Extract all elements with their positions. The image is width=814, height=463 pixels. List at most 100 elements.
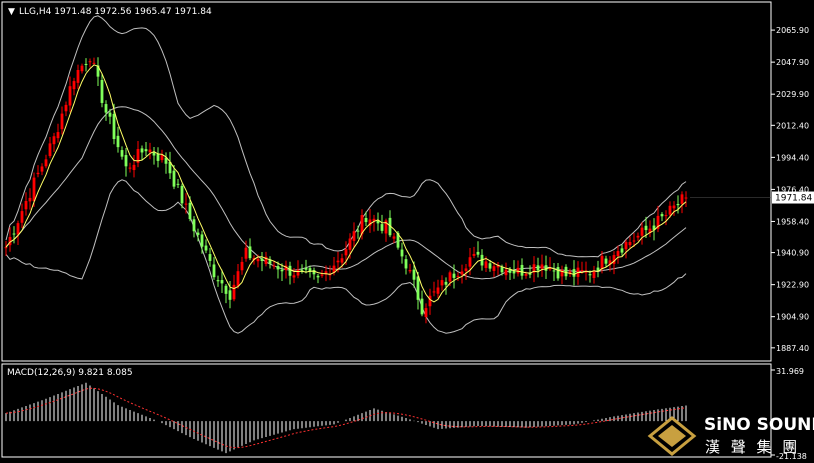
brand-logo: SiNO SOUND 漢 聲 集 團 xyxy=(647,415,814,456)
candle-body xyxy=(380,224,384,231)
diamond-logo-inner-icon xyxy=(658,425,686,447)
candle-body xyxy=(60,113,64,130)
candle-body xyxy=(156,153,160,161)
price-tick-label: 2047.90 xyxy=(776,58,809,67)
candle-body xyxy=(296,269,300,276)
candle-body xyxy=(256,258,260,262)
candle-body xyxy=(224,285,228,294)
moving-average xyxy=(5,64,687,303)
candle-body xyxy=(352,231,356,241)
candle-body xyxy=(280,269,284,272)
candle-body xyxy=(604,258,608,264)
bollinger-bands xyxy=(5,15,687,334)
candle-body xyxy=(48,143,52,157)
collapse-marker[interactable]: ▼ xyxy=(8,7,15,17)
candle-body xyxy=(552,270,556,272)
candle-body xyxy=(616,251,620,257)
price-tick-label: 2029.90 xyxy=(776,90,809,99)
candle-body xyxy=(200,234,204,247)
candle-body xyxy=(440,280,444,286)
current-price-tag: 1971.84 xyxy=(772,191,814,204)
candle-body xyxy=(112,113,116,140)
main-pane-frame xyxy=(1,1,772,362)
candle-body xyxy=(344,249,348,256)
candle-body xyxy=(92,62,96,64)
candle-body xyxy=(64,104,68,112)
candle-body xyxy=(248,246,252,259)
candle-body xyxy=(144,149,148,152)
price-tick-label: 2012.40 xyxy=(776,121,809,130)
candle-body xyxy=(460,271,464,275)
candle-body xyxy=(80,65,84,72)
candle-body xyxy=(520,264,524,276)
candle-body xyxy=(488,263,492,269)
candle-body xyxy=(544,265,548,271)
candle-body xyxy=(404,259,408,269)
price-chart[interactable]: 2065.902047.902029.902012.401994.401976.… xyxy=(0,0,814,461)
band-upper-line xyxy=(5,15,687,258)
candle-body xyxy=(20,211,24,223)
candle-body xyxy=(468,257,472,267)
candle-body xyxy=(588,274,592,276)
price-tick-label: 2065.90 xyxy=(776,26,809,35)
candle-body xyxy=(28,197,32,202)
candle-body xyxy=(236,271,240,287)
candle-body xyxy=(68,86,72,106)
candle-body xyxy=(152,152,156,156)
candle-body xyxy=(668,205,672,215)
candle-body xyxy=(240,261,244,271)
candle-body xyxy=(124,155,128,167)
candle-body xyxy=(676,204,680,206)
candle-body xyxy=(208,254,212,261)
candle-body xyxy=(320,274,324,276)
candle-body xyxy=(464,268,468,271)
price-tick-label: 1958.40 xyxy=(776,217,809,226)
candle-body xyxy=(640,227,644,236)
candle-body xyxy=(132,164,136,171)
candles[interactable] xyxy=(4,57,771,324)
candle-body xyxy=(428,295,432,307)
candle-body xyxy=(272,265,276,267)
candle-body xyxy=(148,149,152,153)
candle-body xyxy=(424,308,428,318)
candle-body xyxy=(76,69,80,83)
candle-body xyxy=(24,201,28,210)
candle-body xyxy=(100,79,104,103)
symbol-header: LLG,H4 1971.48 1972.56 1965.47 1971.84 xyxy=(19,7,212,17)
price-tick-label: 1994.40 xyxy=(776,153,809,162)
candle-body xyxy=(204,245,208,251)
candle-body xyxy=(632,240,636,242)
candle-body xyxy=(140,148,144,153)
candle-body xyxy=(120,150,124,157)
candle-body xyxy=(300,269,304,271)
candle-body xyxy=(216,280,220,282)
candle-body xyxy=(16,223,20,235)
candle-body xyxy=(436,287,440,294)
candle-body xyxy=(456,275,460,277)
macd-header: MACD(12,26,9) 9.821 8.085 xyxy=(7,368,133,378)
candle-body xyxy=(104,104,108,113)
candle-body xyxy=(660,214,664,217)
brand-name: SiNO SOUND xyxy=(704,415,814,435)
candle-body xyxy=(348,238,352,250)
candle-body xyxy=(316,275,320,278)
candle-body xyxy=(84,63,88,65)
candle-body xyxy=(572,269,576,277)
candle-body xyxy=(504,269,508,276)
candle-body xyxy=(212,264,216,278)
candle-body xyxy=(452,273,456,278)
brand-chinese: 漢 聲 集 團 xyxy=(705,438,800,456)
candle-body xyxy=(184,203,188,205)
candle-body xyxy=(600,255,604,270)
candle-body xyxy=(232,284,236,300)
candle-body xyxy=(412,269,416,280)
candle-body xyxy=(40,166,44,172)
candle-body xyxy=(580,270,584,272)
candle-body xyxy=(636,235,640,238)
candle-body xyxy=(620,248,624,253)
candle-body xyxy=(192,219,196,232)
candle-body xyxy=(196,232,200,235)
candle-body xyxy=(44,159,48,167)
candle-body xyxy=(444,281,448,285)
candle-body xyxy=(448,272,452,282)
